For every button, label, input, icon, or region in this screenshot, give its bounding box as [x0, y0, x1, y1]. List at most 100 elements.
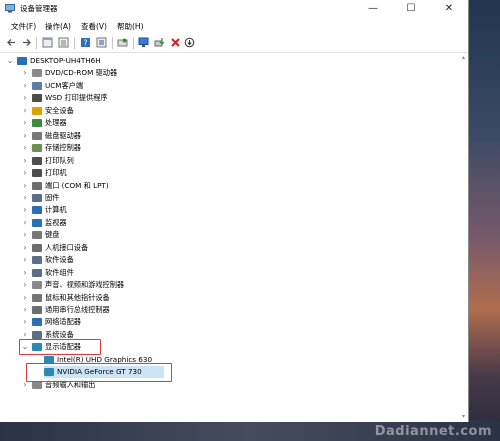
chevron-right-icon[interactable]: › — [21, 156, 29, 166]
back-icon[interactable] — [6, 37, 17, 48]
tree-category[interactable]: › 软件组件 — [21, 267, 461, 279]
maximize-button[interactable]: ☐ — [392, 0, 430, 18]
tree-category[interactable]: › 磁盘驱动器 — [21, 130, 461, 142]
monitor-icon — [32, 218, 42, 227]
tree-category[interactable]: › 监视器 — [21, 217, 461, 229]
tree-item-label: 声音、视频和游戏控制器 — [45, 280, 125, 290]
disable-icon[interactable] — [184, 37, 195, 48]
chevron-right-icon[interactable]: › — [21, 193, 29, 203]
security-icon — [32, 106, 42, 115]
network-icon — [32, 318, 42, 327]
hid-icon — [32, 243, 42, 252]
tree-category[interactable]: › 固件 — [21, 192, 461, 204]
chevron-right-icon[interactable]: › — [21, 255, 29, 265]
close-button[interactable]: ✕ — [430, 0, 468, 18]
chevron-right-icon[interactable]: › — [21, 317, 29, 327]
chevron-right-icon[interactable]: › — [21, 305, 29, 315]
chevron-right-icon[interactable]: › — [21, 181, 29, 191]
computer-name: DESKTOP-UH4TH6H — [30, 56, 101, 65]
tree-category[interactable]: › 端口 (COM 和 LPT) — [21, 180, 461, 192]
tree-category[interactable]: › 计算机 — [21, 204, 461, 216]
uninstall-icon[interactable] — [170, 37, 181, 48]
chevron-right-icon[interactable]: › — [21, 168, 29, 178]
tree-category[interactable]: › 打印机 — [21, 167, 461, 179]
chevron-down-icon[interactable]: ⌄ — [6, 56, 14, 66]
menu-file[interactable]: 文件(F) — [11, 21, 36, 32]
gpu-list-highlight — [26, 363, 172, 383]
tree-item-label: 打印队列 — [45, 155, 74, 165]
tree-category[interactable]: › 安全设备 — [21, 105, 461, 117]
tree-item-label: 存储控制器 — [45, 143, 81, 153]
ucm-icon — [32, 81, 42, 90]
menu-view[interactable]: 查看(V) — [81, 21, 107, 32]
print-queue-icon — [32, 156, 42, 165]
software-component-icon — [32, 268, 42, 277]
toolbar-separator — [112, 37, 113, 49]
scrollbar[interactable] — [461, 55, 466, 419]
window-title: 设备管理器 — [20, 4, 58, 13]
tree-category[interactable]: › 打印队列 — [21, 155, 461, 167]
chevron-right-icon[interactable]: › — [21, 143, 29, 153]
tree-category[interactable]: › 网络适配器 — [21, 316, 461, 328]
chevron-right-icon[interactable]: › — [21, 268, 29, 278]
toolbar-separator — [133, 37, 134, 49]
monitor-icon[interactable] — [138, 37, 149, 48]
tree-item-label: 软件设备 — [45, 255, 74, 265]
help-icon[interactable]: ? — [80, 37, 91, 48]
forward-icon[interactable] — [21, 37, 32, 48]
chevron-right-icon[interactable]: › — [21, 293, 29, 303]
tree-category[interactable]: › 处理器 — [21, 117, 461, 129]
tree-root[interactable]: ⌄ DESKTOP-UH4TH6H — [6, 55, 446, 67]
chevron-right-icon[interactable]: › — [21, 131, 29, 141]
tree-item-label: 键盘 — [45, 230, 60, 240]
tree-item-label: UCM客户端 — [45, 80, 84, 90]
tree-category[interactable]: › DVD/CD-ROM 驱动器 — [21, 67, 461, 79]
system-device-icon — [32, 330, 42, 339]
chevron-right-icon[interactable]: › — [21, 118, 29, 128]
menu-help[interactable]: 帮助(H) — [117, 21, 144, 32]
menu-action[interactable]: 操作(A) — [45, 21, 71, 32]
tree-category[interactable]: › 人机接口设备 — [21, 242, 461, 254]
mouse-icon — [32, 293, 42, 302]
chevron-right-icon[interactable]: › — [21, 106, 29, 116]
storage-controller-icon — [32, 144, 42, 153]
chevron-right-icon[interactable]: › — [21, 280, 29, 290]
sound-icon — [32, 281, 42, 290]
chevron-right-icon[interactable]: › — [21, 243, 29, 253]
disc-drive-icon — [32, 69, 42, 78]
printer-icon — [32, 169, 42, 178]
chevron-right-icon[interactable]: › — [21, 230, 29, 240]
tree-category[interactable]: › 软件设备 — [21, 254, 461, 266]
tree-category[interactable]: › 通用串行总线控制器 — [21, 304, 461, 316]
tree-category[interactable]: › WSD 打印提供程序 — [21, 92, 461, 104]
tree-category[interactable]: › 鼠标和其他指针设备 — [21, 292, 461, 304]
toolbar-separator — [36, 37, 37, 49]
driver-icon[interactable] — [96, 37, 107, 48]
tree-item-label: DVD/CD-ROM 驱动器 — [45, 68, 118, 78]
chevron-right-icon[interactable]: › — [21, 68, 29, 78]
usb-icon — [32, 306, 42, 314]
processor-icon — [32, 119, 42, 128]
scan-icon[interactable] — [117, 37, 128, 48]
tree-item-label: 处理器 — [45, 118, 67, 128]
computer-icon — [32, 206, 42, 215]
title-bar[interactable]: 设备管理器 — ☐ ✕ — [0, 0, 468, 18]
tree-category[interactable]: › 声音、视频和游戏控制器 — [21, 279, 461, 291]
tree-item-label: WSD 打印提供程序 — [45, 93, 108, 103]
update-driver-icon[interactable] — [154, 37, 165, 48]
properties-icon[interactable] — [42, 37, 53, 48]
tree-category[interactable]: › 键盘 — [21, 229, 461, 241]
details-icon[interactable] — [58, 37, 69, 48]
menu-bar: 文件(F) 操作(A) 查看(V) 帮助(H) — [0, 19, 468, 33]
tree-category[interactable]: › 存储控制器 — [21, 142, 461, 154]
tree-category[interactable]: › UCM客户端 — [21, 80, 461, 92]
disk-icon — [32, 131, 42, 140]
chevron-right-icon[interactable]: › — [21, 218, 29, 228]
tree-item-label: 监视器 — [45, 217, 67, 227]
chevron-right-icon[interactable]: › — [21, 205, 29, 215]
chevron-right-icon[interactable]: › — [21, 93, 29, 103]
tree-item-label: 人机接口设备 — [45, 242, 89, 252]
minimize-button[interactable]: — — [354, 0, 392, 18]
chevron-right-icon[interactable]: › — [21, 81, 29, 91]
computer-icon — [17, 57, 27, 65]
